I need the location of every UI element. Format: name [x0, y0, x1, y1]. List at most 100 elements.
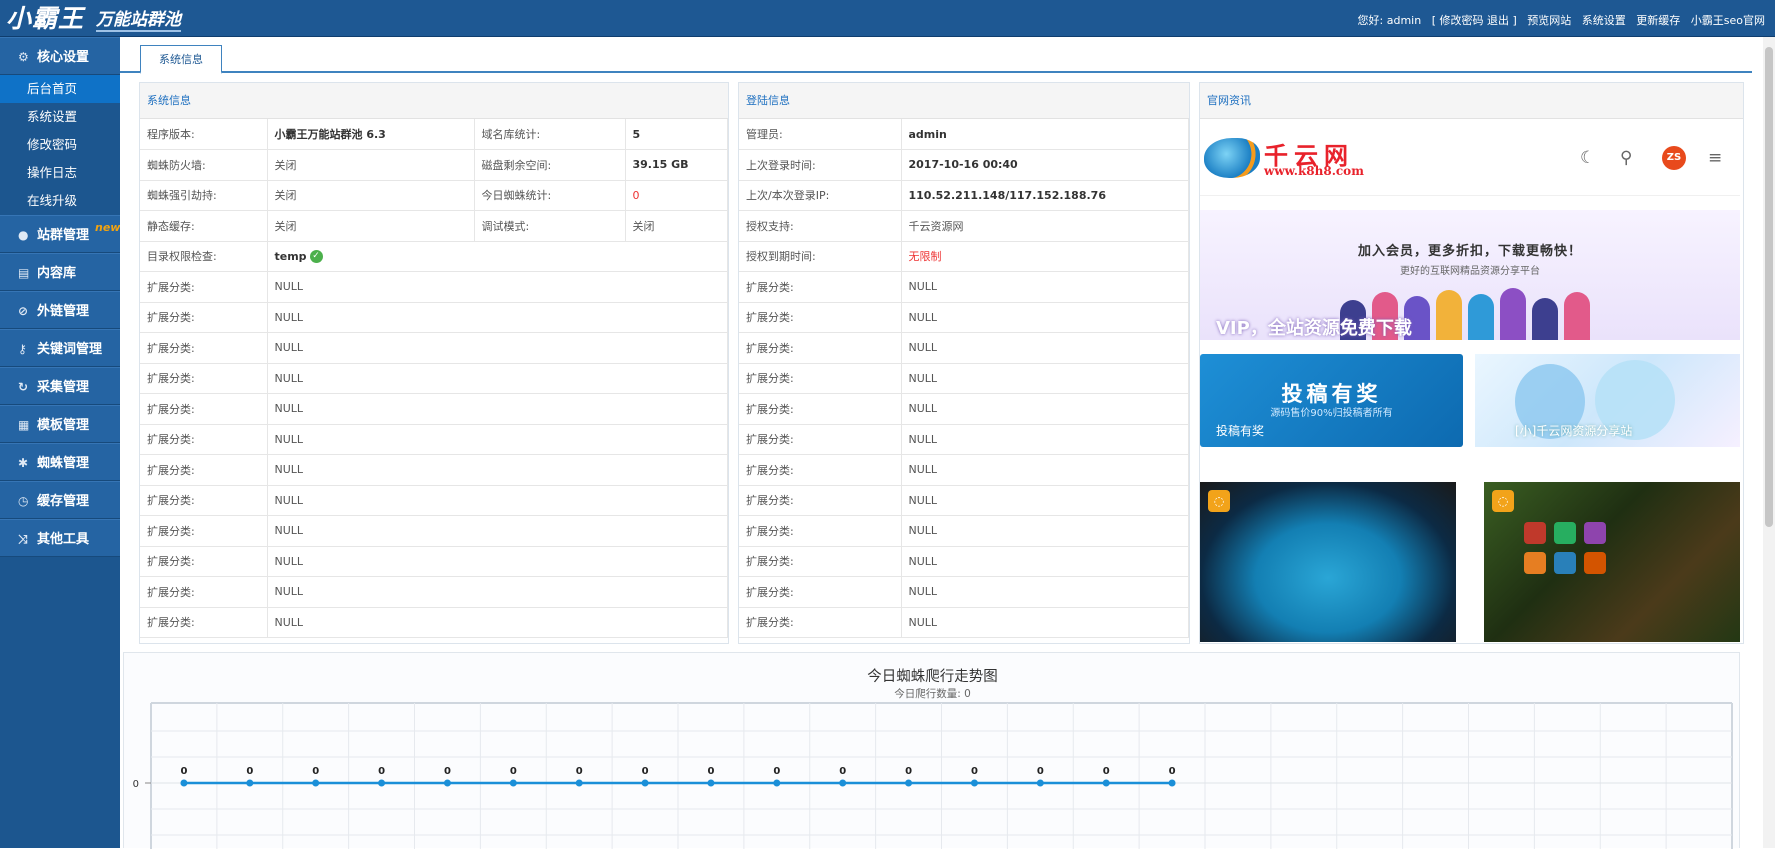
data-point[interactable] — [1036, 779, 1044, 787]
tab-bar: 系统信息 — [120, 37, 1752, 74]
row-value: NULL — [267, 332, 728, 364]
row-value: 关闭 — [625, 210, 728, 242]
dir-check-value: temp — [274, 249, 307, 263]
sidebar-group-cache[interactable]: ◷ 缓存管理 — [0, 481, 120, 519]
app-logo[interactable]: 小霸王 — [6, 4, 84, 33]
data-point[interactable] — [839, 779, 847, 787]
row-label: 扩展分类: — [739, 302, 902, 333]
anime-banner[interactable]: [小]千云网资源分享站 — [1475, 354, 1740, 447]
row-label: 扩展分类: — [739, 332, 902, 364]
sidebar-group-links[interactable]: ⊘ 外链管理 — [0, 291, 120, 329]
data-label: 0 — [905, 766, 912, 777]
change-password-logout-link[interactable]: [ 修改密码 退出 ] — [1432, 14, 1517, 27]
vip-banner[interactable]: 加入会员，更多折扣，下载更畅快！ 更好的互联网精品资源分享平台 VIP，全站资源… — [1200, 210, 1740, 340]
row-value: NULL — [267, 454, 728, 486]
table-row: 扩展分类: NULL — [739, 546, 1189, 577]
data-point[interactable] — [1168, 779, 1176, 787]
row-value: NULL — [267, 576, 728, 608]
sidebar-group-tools[interactable]: ⤨ 其他工具 — [0, 519, 120, 557]
row-label: 域名库统计: — [474, 119, 626, 150]
user-icon: ● — [18, 228, 29, 242]
row-label: 磁盘剩余空间: — [474, 149, 626, 181]
moon-icon[interactable]: ☾ — [1580, 148, 1595, 168]
sidebar-item-change-password[interactable]: 修改密码 — [0, 131, 120, 159]
data-point[interactable] — [970, 779, 978, 787]
sidebar-item-operation-log[interactable]: 操作日志 — [0, 159, 120, 187]
login-info-panel: 登陆信息 管理员: admin 上次登录时间: 2017-10-16 00:40 上次/… — [738, 82, 1190, 644]
update-cache-link[interactable]: 更新缓存 — [1636, 14, 1680, 27]
row-value: 小霸王万能站群池 6.3 — [267, 119, 475, 150]
row-value: 110.52.211.148/117.152.188.76 — [901, 180, 1189, 211]
tougao-banner[interactable]: 投稿有奖 源码售价90%归投稿者所有 投稿有奖 — [1200, 354, 1463, 447]
y-tick-label: 0 — [133, 779, 139, 790]
system-settings-link[interactable]: 系统设置 — [1582, 14, 1626, 27]
sidebar-group-spider[interactable]: ✱ 蜘蛛管理 — [0, 443, 120, 481]
table-row: 扩展分类: NULL — [739, 485, 1189, 516]
news-embed: 千云网 www.k8h8.com ☾ ⚲ ZS ≡ 加入会员，更多折扣，下载更畅… — [1200, 120, 1740, 643]
table-row: 扩展分类: NULL — [140, 515, 728, 547]
table-row: 蜘蛛强引劫持: 关闭 今日蜘蛛统计: 0 — [140, 180, 728, 211]
row-label: 扩展分类: — [140, 424, 268, 455]
avatar[interactable]: ZS — [1662, 146, 1686, 170]
row-label: 扩展分类: — [739, 363, 902, 394]
dir-check-cell: temp ✓ — [267, 241, 728, 272]
data-point[interactable] — [378, 779, 386, 787]
item-slot — [1524, 552, 1546, 574]
row-value: NULL — [901, 332, 1189, 364]
row-value: NULL — [267, 363, 728, 394]
menu-icon[interactable]: ≡ — [1708, 148, 1722, 168]
data-point[interactable] — [707, 779, 715, 787]
table-row: 扩展分类: NULL — [739, 607, 1189, 638]
table-row: 扩展分类: NULL — [140, 607, 728, 638]
row-label: 扩展分类: — [140, 454, 268, 486]
person-figure — [1564, 292, 1590, 340]
sidebar-item-home[interactable]: 后台首页 — [0, 75, 120, 103]
row-value: NULL — [901, 607, 1189, 638]
data-label: 0 — [1037, 766, 1044, 777]
data-label: 0 — [312, 766, 319, 777]
data-point[interactable] — [180, 779, 188, 787]
data-point[interactable] — [246, 779, 254, 787]
sidebar-group-collect[interactable]: ↻ 采集管理 — [0, 367, 120, 405]
sidebar-group-sites[interactable]: ● 站群管理 new — [0, 215, 120, 253]
rpg-game-thumbnail[interactable]: ◌ — [1484, 482, 1740, 642]
sidebar-group-label: 其他工具 — [37, 532, 90, 547]
data-point[interactable] — [575, 779, 583, 787]
casino-game-thumbnail[interactable]: ◌ — [1200, 482, 1456, 642]
tab-system-info[interactable]: 系统信息 — [140, 45, 222, 74]
data-point[interactable] — [905, 779, 913, 787]
table-row: 扩展分类: NULL — [140, 363, 728, 394]
tougao-subtitle: 源码售价90%归投稿者所有 — [1270, 408, 1393, 419]
sidebar-group-label: 模板管理 — [37, 418, 90, 433]
table-row: 扩展分类: NULL — [140, 576, 728, 608]
row-value: NULL — [267, 271, 728, 303]
sidebar-group-label: 外链管理 — [37, 304, 90, 319]
data-point[interactable] — [443, 779, 451, 787]
sidebar-group-core[interactable]: ⚙ 核心设置 — [0, 37, 120, 75]
person-figure — [1436, 290, 1462, 340]
row-value: NULL — [901, 454, 1189, 486]
data-point[interactable] — [312, 779, 320, 787]
sidebar-group-keywords[interactable]: ⚷ 关键词管理 — [0, 329, 120, 367]
page-scrollbar[interactable] — [1763, 37, 1775, 848]
official-site-link[interactable]: 小霸王seo官网 — [1691, 14, 1765, 27]
search-icon[interactable]: ⚲ — [1620, 148, 1632, 168]
data-point[interactable] — [773, 779, 781, 787]
sidebar-group-label: 核心设置 — [37, 50, 90, 65]
sidebar-item-system-settings[interactable]: 系统设置 — [0, 103, 120, 131]
sidebar-group-templates[interactable]: ▦ 模板管理 — [0, 405, 120, 443]
sidebar-group-content[interactable]: ▤ 内容库 — [0, 253, 120, 291]
row-label: 扩展分类: — [140, 546, 268, 577]
scrollbar-thumb[interactable] — [1765, 47, 1773, 527]
preview-site-link[interactable]: 预览网站 — [1527, 14, 1571, 27]
data-point[interactable] — [641, 779, 649, 787]
row-label: 扩展分类: — [739, 607, 902, 638]
site-logo[interactable] — [1204, 138, 1260, 178]
official-news-title: 官网资讯 — [1200, 83, 1743, 119]
item-slot — [1584, 522, 1606, 544]
site-url: www.k8h8.com — [1264, 164, 1364, 178]
login-info-table: 管理员: admin 上次登录时间: 2017-10-16 00:40 上次/本次登录I… — [739, 119, 1189, 638]
row-label: 扩展分类: — [140, 485, 268, 516]
data-point[interactable] — [509, 779, 517, 787]
data-point[interactable] — [1102, 779, 1110, 787]
